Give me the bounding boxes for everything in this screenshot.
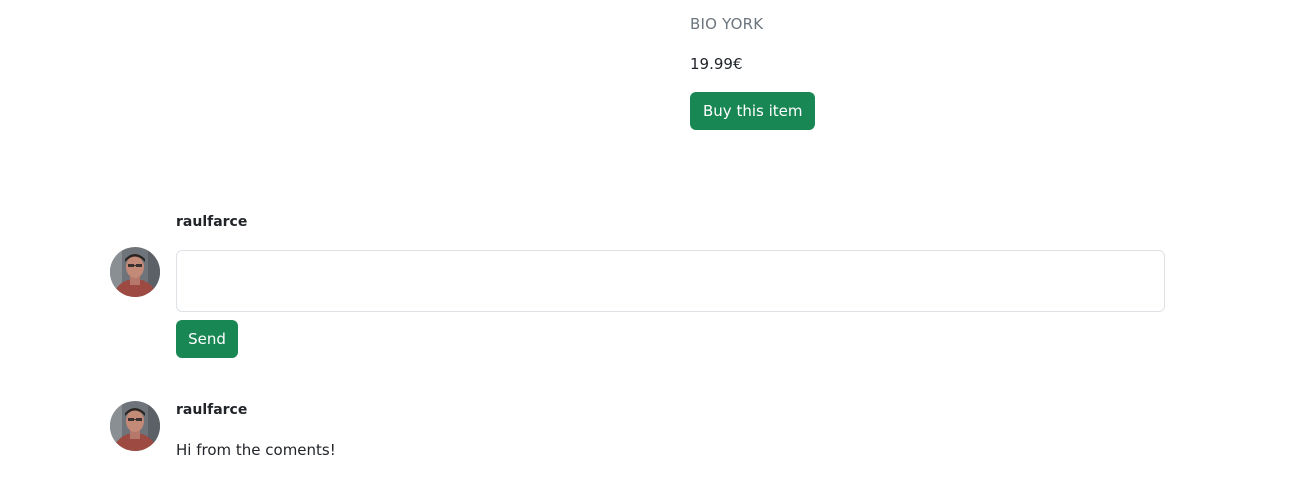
- form-username: raulfarce: [176, 214, 248, 230]
- user-photo-icon: [110, 401, 160, 451]
- avatar: [110, 401, 160, 451]
- page: BIO YORK 19.99€ Buy this item raulfarce …: [0, 0, 1299, 481]
- user-photo-icon: [110, 247, 160, 297]
- product-summary: BIO YORK 19.99€ Buy this item: [690, 14, 816, 130]
- comment-input[interactable]: [176, 250, 1165, 312]
- comment-item: raulfarce Hi from the coments!: [110, 400, 1170, 470]
- comment-text: Hi from the coments!: [176, 441, 336, 459]
- avatar: [110, 247, 160, 297]
- product-price: 19.99€: [690, 55, 743, 73]
- comment-username: raulfarce: [176, 402, 248, 418]
- product-brand: BIO YORK: [690, 15, 764, 33]
- buy-item-button[interactable]: Buy this item: [690, 92, 816, 130]
- send-button[interactable]: Send: [176, 320, 238, 358]
